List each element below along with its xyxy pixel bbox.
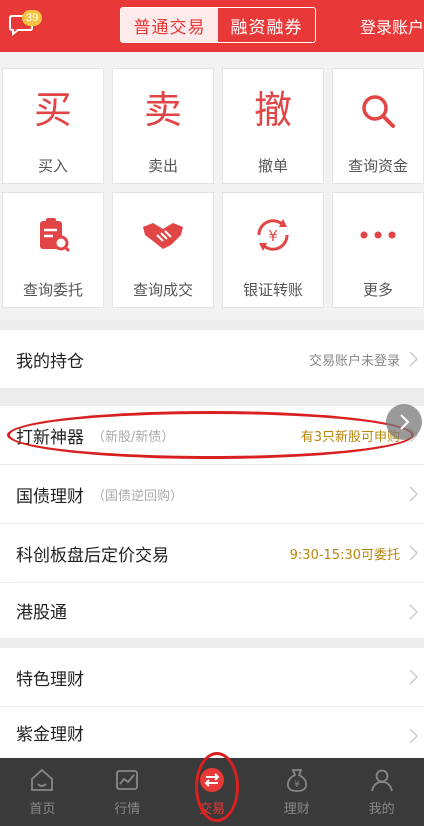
tab-normal-trade[interactable]: 普通交易 (121, 8, 218, 42)
market-chart-icon (116, 770, 139, 790)
nav-home[interactable]: 首页 (0, 758, 85, 826)
chevron-right-icon (409, 669, 419, 685)
svg-text:¥: ¥ (268, 227, 278, 245)
nav-mine-label: 我的 (368, 802, 395, 817)
holdings-title: 我的持仓 (16, 351, 84, 372)
bond-subtitle: （国债逆回购） (92, 488, 184, 504)
cancel-icon: 撤 (253, 88, 292, 132)
chevron-right-icon (409, 604, 419, 620)
more-tile[interactable]: 更多 (332, 192, 424, 308)
function-grid: 买 买入 卖 卖出 撤 撤单 查询资金 查询委托 查询成交 ¥ 银证转账 更多 (0, 52, 424, 320)
trade-exchange-icon (199, 768, 224, 792)
zijin-title: 紫金理财 (16, 725, 84, 745)
query-deals-tile[interactable]: 查询成交 (112, 192, 214, 308)
cancel-label: 撤单 (257, 157, 288, 175)
star-market-row[interactable]: 科创板盘后定价交易 9:30-15:30可委托 (0, 524, 424, 582)
nav-market-label: 行情 (114, 802, 141, 817)
ipo-tool-row[interactable]: 打新神器 （新股/新债） 有3只新股可申购 (0, 406, 424, 464)
top-bar: 39 普通交易 融资融券 登录账户 (0, 0, 424, 52)
nav-home-label: 首页 (29, 802, 56, 817)
message-badge: 39 (22, 10, 43, 26)
sell-icon: 卖 (143, 88, 182, 132)
user-icon (370, 769, 393, 792)
sell-label: 卖出 (147, 157, 178, 175)
bottom-nav: 首页 行情 交易 ¥ 理财 我的 (0, 758, 424, 826)
more-label: 更多 (362, 281, 393, 299)
search-icon (356, 89, 400, 133)
chevron-right-icon (409, 351, 419, 367)
special-finance-row[interactable]: 特色理财 (0, 648, 424, 706)
bond-title: 国债理财 (16, 486, 84, 507)
query-orders-tile[interactable]: 查询委托 (2, 192, 104, 308)
buy-icon: 买 (33, 88, 72, 132)
treasury-bond-row[interactable]: 国债理财 （国债逆回购） (0, 465, 424, 523)
nav-trade[interactable]: 交易 (170, 758, 255, 826)
chevron-right-icon (409, 486, 419, 502)
query-deals-label: 查询成交 (132, 281, 193, 299)
ipo-subtitle: （新股/新债） (92, 429, 175, 445)
buy-label: 买入 (37, 157, 68, 175)
trade-type-switch: 普通交易 融资融券 (120, 7, 316, 43)
buy-tile[interactable]: 买 买入 (2, 68, 104, 184)
floating-arrow-button[interactable] (386, 404, 422, 440)
zijin-finance-row[interactable]: 紫金理财 (0, 707, 424, 758)
query-funds-label: 查询资金 (347, 157, 408, 175)
nav-market[interactable]: 行情 (85, 758, 170, 826)
special-title: 特色理财 (16, 669, 84, 690)
ipo-title: 打新神器 (16, 427, 84, 448)
chevron-right-icon (400, 414, 410, 430)
handshake-icon (141, 213, 185, 257)
yen-transfer-icon: ¥ (251, 213, 295, 257)
cancel-order-tile[interactable]: 撤 撤单 (222, 68, 324, 184)
star-title: 科创板盘后定价交易 (16, 545, 169, 566)
wealth-bag-icon: ¥ (286, 769, 307, 792)
svg-text:¥: ¥ (294, 780, 300, 790)
holdings-status: 交易账户未登录 (308, 353, 400, 369)
home-icon (31, 768, 54, 791)
bank-transfer-label: 银证转账 (242, 281, 303, 299)
clipboard-search-icon (31, 213, 75, 257)
chevron-right-icon (409, 545, 419, 561)
hk-title: 港股通 (16, 603, 67, 623)
sell-tile[interactable]: 卖 卖出 (112, 68, 214, 184)
nav-wealth-label: 理财 (283, 802, 310, 817)
bank-transfer-tile[interactable]: ¥ 银证转账 (222, 192, 324, 308)
login-account-link[interactable]: 登录账户 (360, 14, 424, 38)
nav-wealth[interactable]: ¥ 理财 (254, 758, 339, 826)
hk-connect-row[interactable]: 港股通 (0, 583, 424, 638)
query-orders-label: 查询委托 (22, 281, 83, 299)
chevron-right-icon (409, 728, 419, 744)
star-time-text: 9:30-15:30可委托 (289, 547, 400, 563)
tab-margin-trade[interactable]: 融资融券 (218, 8, 315, 42)
nav-mine[interactable]: 我的 (339, 758, 424, 826)
nav-trade-label: 交易 (198, 802, 225, 817)
more-dots-icon (356, 213, 400, 257)
my-holdings-row[interactable]: 我的持仓 交易账户未登录 (0, 330, 424, 388)
query-funds-tile[interactable]: 查询资金 (332, 68, 424, 184)
